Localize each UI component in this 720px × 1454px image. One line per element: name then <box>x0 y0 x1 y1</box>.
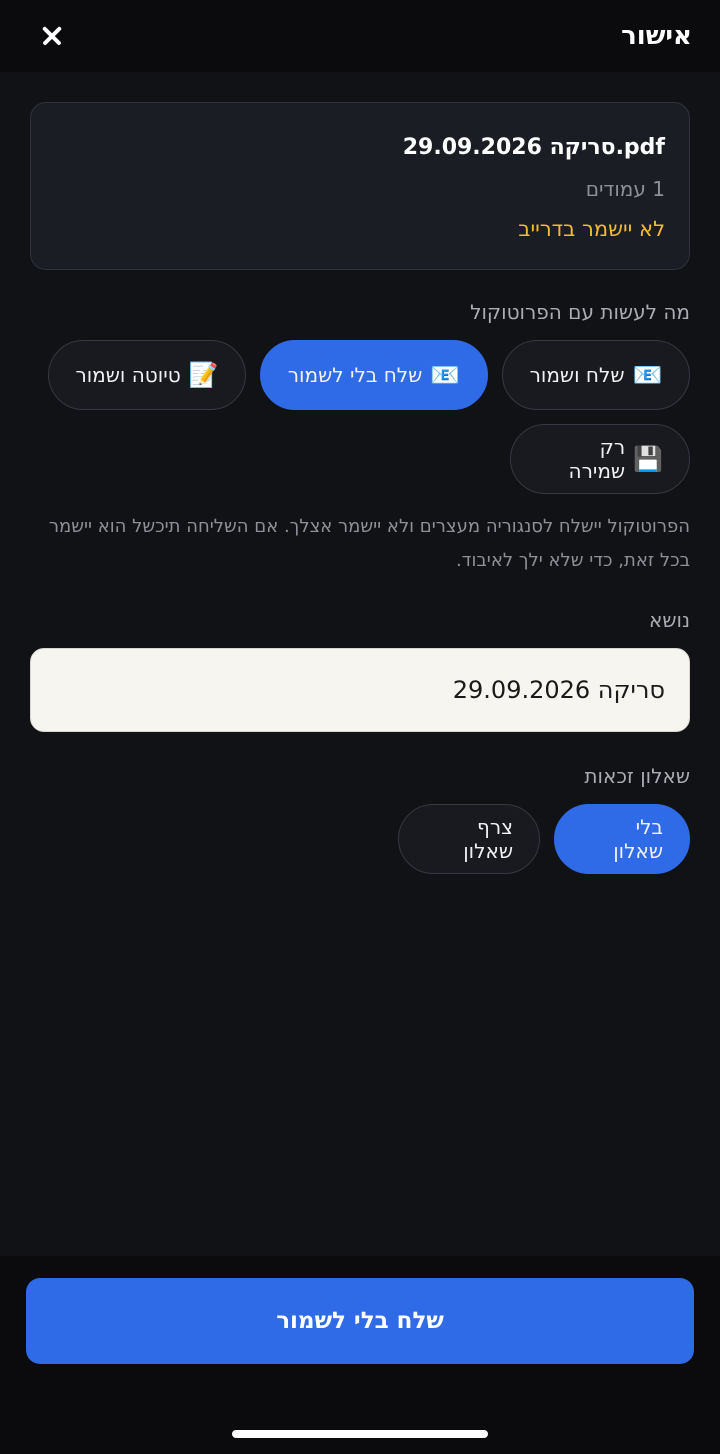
footer-bar: שלח בלי לשמור <box>0 1256 720 1454</box>
drive-status: לא יישמר בדרייב <box>518 217 665 241</box>
page-title: אישור <box>621 21 692 51</box>
attach-questionnaire-button[interactable]: צרף שאלון <box>398 804 540 874</box>
send-without-save-submit-button[interactable]: שלח בלי לשמור <box>26 1278 694 1364</box>
questionnaire-label: שאלון זכאות <box>584 764 690 788</box>
home-indicator <box>232 1430 488 1438</box>
close-icon[interactable] <box>38 22 66 50</box>
action-options: 📧 שלח ושמור 📧 שלח בלי לשמור 📝 טיוטה ושמו… <box>30 340 690 494</box>
email-icon: 📧 <box>430 361 461 389</box>
draft-and-save-label: טיוטה ושמור <box>75 363 181 387</box>
email-icon: 📧 <box>632 361 663 389</box>
save-only-label: רק שמירה <box>568 435 626 483</box>
file-card: סריקה 29.09.2026.pdf 1 עמודים לא יישמר ב… <box>30 102 690 270</box>
subject-input[interactable] <box>30 648 690 732</box>
action-label: מה לעשות עם הפרוטוקול <box>470 300 690 324</box>
send-without-save-button[interactable]: 📧 שלח בלי לשמור <box>260 340 488 410</box>
confirm-screen: אישור סריקה 29.09.2026.pdf 1 עמודים לא י… <box>0 0 720 1454</box>
subject-label: נושא <box>649 608 690 632</box>
send-and-save-label: שלח ושמור <box>529 363 625 387</box>
send-without-save-label: שלח בלי לשמור <box>287 363 423 387</box>
send-and-save-button[interactable]: 📧 שלח ושמור <box>502 340 690 410</box>
file-name: סריקה 29.09.2026.pdf <box>402 135 665 160</box>
top-bar: אישור <box>0 0 720 72</box>
main-content: סריקה 29.09.2026.pdf 1 עמודים לא יישמר ב… <box>0 72 720 874</box>
draft-and-save-button[interactable]: 📝 טיוטה ושמור <box>48 340 246 410</box>
file-page-count: 1 עמודים <box>585 177 665 201</box>
questionnaire-options: בלי שאלון צרף שאלון <box>30 804 690 874</box>
save-only-button[interactable]: 💾 רק שמירה <box>510 424 690 494</box>
no-questionnaire-button[interactable]: בלי שאלון <box>554 804 690 874</box>
memo-icon: 📝 <box>188 361 219 389</box>
floppy-disk-icon: 💾 <box>633 445 663 473</box>
action-description: הפרוטוקול יישלח לסנגוריה מעצרים ולא יישמ… <box>48 516 690 571</box>
